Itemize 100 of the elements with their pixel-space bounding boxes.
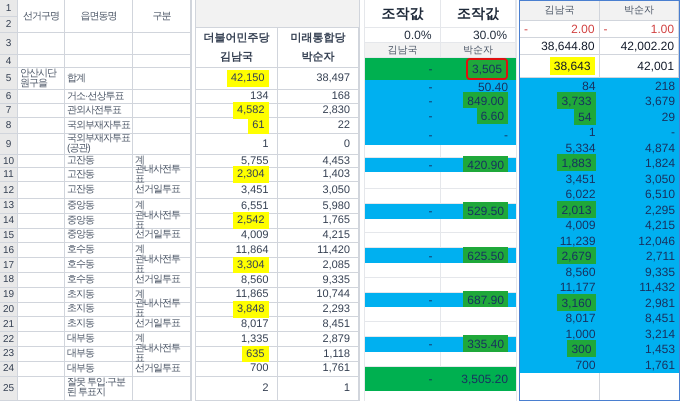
table-cell: 중앙동: [67, 216, 94, 226]
table-cell-text: 11,239: [560, 232, 596, 250]
table-cell-text: 관내사전투표: [135, 255, 182, 276]
table-cell-text: 5,334: [565, 140, 596, 157]
row-number: 25: [2, 382, 14, 396]
table-cell-text: -: [524, 21, 528, 38]
table-cell: 3,848: [232, 301, 268, 318]
table-cell: 529.50: [463, 202, 508, 220]
table-cell-text: 1: [262, 136, 268, 152]
table-cell-text: 6,022: [565, 186, 596, 204]
table-cell-text: 1,403: [322, 167, 350, 182]
table-cell: 국외부재자투표: [67, 120, 130, 130]
row-number: 9: [6, 138, 12, 152]
table-cell-text: -: [428, 336, 432, 354]
table-cell-text: -: [428, 93, 432, 110]
table-cell-text: -: [428, 157, 432, 174]
table-cell-text: 4,874: [644, 140, 675, 157]
table-cell-text: -: [428, 292, 432, 309]
table-cell: 고잔동: [67, 156, 94, 166]
table-cell-text: 38,497: [316, 71, 350, 86]
row-number: 23: [2, 347, 14, 362]
table-cell-text: 2,981: [644, 294, 675, 312]
table-cell-text: 3,505.20: [461, 370, 508, 388]
table-cell: 계: [135, 200, 144, 211]
table-cell-text: 5,980: [322, 198, 350, 214]
table-cell-text: 29: [662, 108, 675, 126]
column-header: 조작값: [456, 4, 499, 23]
row-number: 1: [6, 2, 12, 16]
table-cell-text: 3,451: [240, 182, 268, 198]
table-cell-text: 2,085: [322, 258, 350, 273]
table-cell: 관외사전투표: [67, 106, 121, 116]
table-cell: 국외부재자투표(공관): [67, 134, 130, 154]
column-header: 미래통합당: [290, 30, 346, 46]
table-cell: 335.40: [463, 335, 508, 354]
table-cell-text: 11,420: [317, 243, 350, 258]
row-number: 7: [6, 104, 12, 118]
table-cell: 6.60: [476, 107, 508, 125]
row-number: 5: [6, 72, 12, 86]
table-cell-text: 218: [654, 78, 675, 95]
table-cell: 2,304: [232, 166, 268, 183]
table-cell-text: -: [428, 203, 432, 220]
table-cell-text: 11,177: [560, 279, 596, 296]
table-cell-text: 8,017: [565, 310, 596, 328]
table-cell-text: 잘못 투입·구분된 투표지: [67, 378, 126, 398]
table-cell-text: 3,679: [644, 93, 675, 110]
table-cell-text: 9,335: [322, 272, 350, 288]
table-cell-text: 700: [575, 356, 596, 374]
column-header: 김남국: [220, 50, 253, 65]
table-cell-text: 11,865: [236, 287, 268, 302]
row-number: 3: [6, 37, 12, 51]
row-number: 19: [2, 288, 14, 302]
table-cell-text: 8,017: [240, 317, 268, 332]
table-cell: 2,542: [232, 212, 268, 229]
table-cell-text: 12,046: [638, 232, 675, 250]
table-cell: 초지동: [67, 304, 94, 314]
row-number: 12: [2, 184, 14, 198]
table-cell-text: 4,215: [322, 228, 350, 244]
table-cell-text: 1,335: [240, 332, 268, 347]
table-cell-text: 3,214: [644, 326, 675, 343]
table-cell-text: 1: [588, 124, 596, 142]
table-cell-text: -: [428, 370, 432, 388]
table-cell-text: 0.0%: [404, 27, 432, 44]
table-cell: 호수동: [67, 274, 94, 285]
table-cell-text: 8,560: [565, 264, 596, 281]
table-cell-text: 관내사전투표: [135, 210, 182, 231]
table-cell: 3,505: [466, 58, 508, 80]
table-cell: 대부동: [67, 364, 94, 374]
column-header: 구분: [152, 10, 170, 24]
table-cell-text: 168: [332, 89, 350, 104]
table-cell-text: 3,050: [322, 182, 350, 198]
row-number: 17: [2, 258, 14, 273]
table-cell-text: 관내사전투표: [135, 299, 182, 320]
table-cell-text: -: [504, 126, 508, 144]
table-cell-text: 5,755: [240, 154, 268, 169]
table-cell-text: 1.00: [650, 21, 674, 38]
table-cell: 선거일투표: [135, 185, 180, 195]
table-cell-text: -: [428, 248, 432, 265]
table-cell-text: 42,002.20: [620, 38, 674, 55]
table-cell: 고잔동: [67, 185, 94, 195]
table-cell-text: 6,551: [240, 198, 268, 214]
table-cell: 계: [135, 156, 144, 166]
table-cell-text: 22: [338, 118, 350, 134]
table-cell-text: 2,295: [644, 202, 675, 219]
table-cell-text: 4,009: [565, 217, 596, 234]
table-cell: 3,160: [557, 294, 596, 312]
row-number: 20: [2, 302, 14, 317]
table-cell-text: 84: [582, 78, 596, 95]
table-cell: 호수동: [67, 260, 94, 270]
table-cell: 3,733: [557, 92, 596, 110]
row-number: 11: [3, 168, 14, 182]
column-header: 더불어민주당: [203, 30, 270, 46]
table-cell-text: 0: [344, 136, 350, 152]
table-cell-text: 42,001: [637, 58, 674, 75]
row-number: 22: [2, 332, 14, 347]
table-cell-text: 6,510: [644, 186, 675, 204]
table-cell-text: 134: [250, 89, 268, 104]
row-number: 13: [2, 199, 14, 214]
row-number: 16: [2, 244, 14, 258]
table-cell-text: 4,453: [322, 154, 350, 169]
table-cell-text: 1,000: [565, 326, 596, 343]
